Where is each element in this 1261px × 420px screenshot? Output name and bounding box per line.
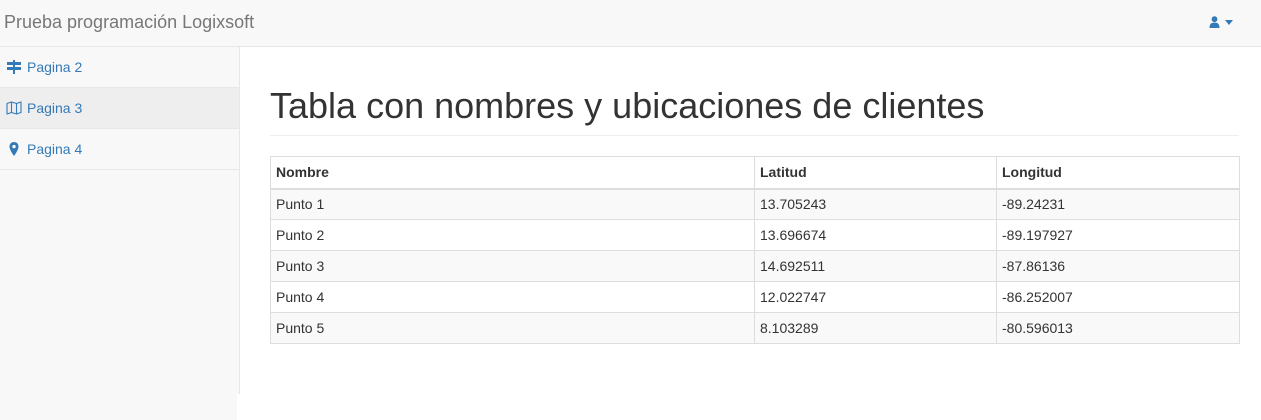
page-title: Tabla con nombres y ubicaciones de clien… (270, 85, 985, 126)
user-icon (1209, 16, 1220, 28)
page-header: Tabla con nombres y ubicaciones de clien… (270, 87, 1239, 136)
sidebar-footer (0, 394, 237, 420)
cell-longitud: -87.86136 (996, 250, 1240, 282)
map-marker-icon (6, 142, 22, 156)
sidebar-item-pagina-2[interactable]: Pagina 2 (0, 47, 239, 88)
table-header-row: Nombre Latitud Longitud (270, 156, 1240, 190)
cell-longitud: -89.24231 (996, 188, 1240, 220)
column-header-latitud: Latitud (754, 156, 997, 190)
table-row: Punto 5 8.103289 -80.596013 (270, 312, 1240, 344)
sidebar-item-pagina-3[interactable]: Pagina 3 (0, 88, 239, 129)
sidebar-item-label: Pagina 2 (27, 59, 83, 75)
sidebar-item-pagina-4[interactable]: Pagina 4 (0, 129, 239, 170)
sidebar: Pagina 2 Pagina 3 Pagina 4 (0, 47, 240, 394)
top-navbar: Prueba programación Logixsoft (0, 0, 1261, 47)
table-row: Punto 2 13.696674 -89.197927 (270, 219, 1240, 251)
cell-latitud: 12.022747 (754, 281, 997, 313)
cell-longitud: -89.197927 (996, 219, 1240, 251)
sidebar-item-label: Pagina 4 (27, 141, 83, 157)
table-row: Punto 4 12.022747 -86.252007 (270, 281, 1240, 313)
navbar-brand[interactable]: Prueba programación Logixsoft (4, 12, 254, 32)
cell-nombre: Punto 5 (270, 312, 755, 344)
column-header-longitud: Longitud (996, 156, 1240, 190)
sidebar-item-label: Pagina 3 (27, 100, 83, 116)
cell-latitud: 13.696674 (754, 219, 997, 251)
cell-longitud: -86.252007 (996, 281, 1240, 313)
table-row: Punto 1 13.705243 -89.24231 (270, 188, 1240, 220)
cell-longitud: -80.596013 (996, 312, 1240, 344)
cell-nombre: Punto 3 (270, 250, 755, 282)
caret-down-icon (1225, 19, 1233, 25)
cell-latitud: 8.103289 (754, 312, 997, 344)
main-content: Tabla con nombres y ubicaciones de clien… (270, 47, 1240, 344)
column-header-nombre: Nombre (270, 156, 755, 190)
signpost-icon (6, 60, 22, 74)
map-icon (6, 101, 22, 115)
user-menu-toggle[interactable] (1209, 13, 1233, 31)
cell-nombre: Punto 2 (270, 219, 755, 251)
cell-nombre: Punto 4 (270, 281, 755, 313)
cell-nombre: Punto 1 (270, 188, 755, 220)
table-row: Punto 3 14.692511 -87.86136 (270, 250, 1240, 282)
cell-latitud: 14.692511 (754, 250, 997, 282)
cell-latitud: 13.705243 (754, 188, 997, 220)
clients-table: Nombre Latitud Longitud Punto 1 13.70524… (270, 156, 1240, 344)
